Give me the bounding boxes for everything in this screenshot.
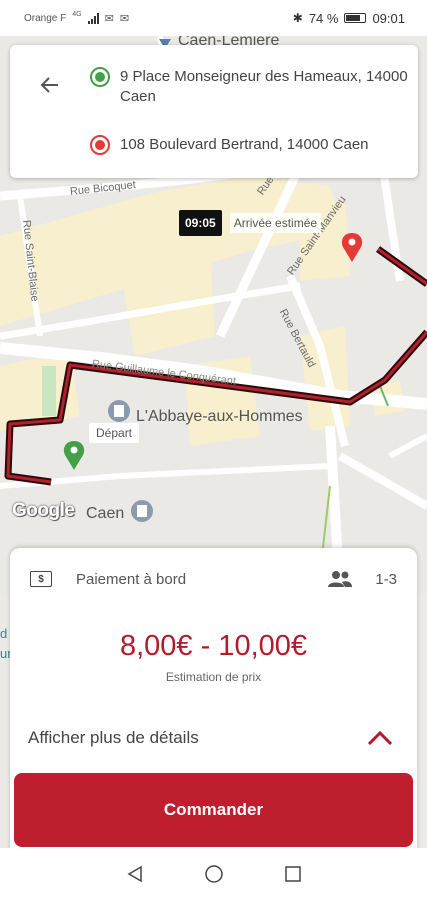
origin-address-row[interactable]: 9 Place Monseigneur des Hameaux, 14000 C… <box>90 67 410 107</box>
price-estimate-label: Estimation de prix <box>165 670 262 684</box>
clock-label: 09:01 <box>372 10 405 26</box>
origin-dot-icon <box>90 67 110 87</box>
eta-time: 09:05 <box>179 210 222 236</box>
carrier-label: Orange F <box>24 12 67 24</box>
signal-icon <box>87 12 99 24</box>
square-recents-icon <box>284 866 301 882</box>
depart-label: Départ <box>89 423 140 443</box>
system-nav-bar <box>0 848 427 900</box>
back-button[interactable] <box>32 67 68 103</box>
order-button[interactable]: Commander <box>14 773 413 847</box>
circle-home-icon <box>204 865 223 883</box>
status-bar: Orange F 4G ✉ ✉ ✱ 74 % 09:01 <box>0 0 427 36</box>
google-logo: Google <box>12 500 75 521</box>
arrow-left-icon <box>40 77 58 93</box>
status-left: Orange F 4G ✉ ✉ <box>24 10 130 25</box>
passengers-count: 1-3 <box>375 570 397 588</box>
mail-icon-2: ✉ <box>119 12 130 25</box>
status-right: ✱ 74 % 09:01 <box>293 11 405 26</box>
origin-address: 9 Place Monseigneur des Hameaux, 14000 C… <box>120 68 408 105</box>
bluetooth-icon: ✱ <box>292 11 303 25</box>
cash-icon: $ <box>30 571 52 587</box>
payment-row[interactable]: $ Paiement à bord 1-3 <box>30 570 397 588</box>
nav-back-button[interactable] <box>115 854 155 894</box>
destination-address: 108 Boulevard Bertrand, 14000 Caen <box>120 136 369 153</box>
nav-home-button[interactable] <box>194 854 234 894</box>
eta-label: Arrivée estimée <box>229 213 322 233</box>
payment-label: Paiement à bord <box>76 570 187 588</box>
nav-recents-button[interactable] <box>273 854 313 894</box>
mail-icon: ✉ <box>104 12 114 25</box>
eta-badge: 09:05 Arrivée estimée <box>179 210 322 236</box>
destination-address-row[interactable]: 108 Boulevard Bertrand, 14000 Caen <box>90 135 369 155</box>
more-details-label: Afficher plus de détails <box>28 728 199 747</box>
battery-label: 74 % <box>308 10 339 26</box>
destination-dot-icon <box>90 135 110 155</box>
address-card: 9 Place Monseigneur des Hameaux, 14000 C… <box>10 45 418 178</box>
more-details-toggle[interactable]: Afficher plus de détails <box>28 728 393 748</box>
price-estimate: 8,00€ - 10,00€ <box>119 630 308 662</box>
battery-icon <box>344 13 367 23</box>
chevron-up-icon <box>367 730 393 746</box>
map-label-caen-poi: Caen <box>86 505 125 522</box>
peek-text-1: d <box>0 626 8 641</box>
triangle-back-icon <box>127 865 142 883</box>
network-label: 4G <box>72 10 82 18</box>
people-icon <box>328 571 353 587</box>
map-label-abbaye: L'Abbaye-aux-Hommes <box>136 408 303 425</box>
